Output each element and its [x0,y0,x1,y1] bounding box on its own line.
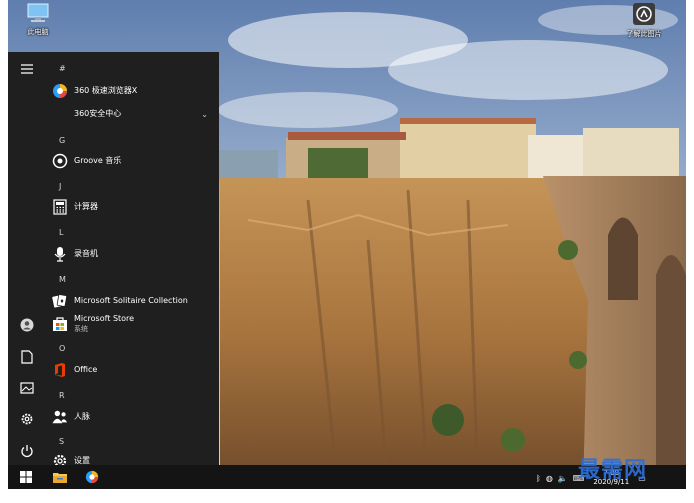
calculator-icon [52,199,68,215]
app-voice-recorder[interactable]: 录音机 [52,243,212,265]
power-button[interactable] [16,440,38,462]
section-header[interactable]: J [59,182,61,191]
section-header[interactable]: G [59,136,65,145]
start-rail [8,52,46,465]
hamburger-menu-icon [21,64,33,74]
pictures-icon [20,382,34,394]
taskbar-file-explorer[interactable] [50,467,70,487]
app-label: 录音机 [74,249,98,258]
settings-icon [21,413,33,425]
app-label: 360安全中心 [74,109,122,118]
app-settings[interactable]: 设置 [52,450,212,465]
section-header[interactable]: S [59,437,64,446]
hamburger-menu-button[interactable] [16,58,38,80]
section-header[interactable]: O [59,344,65,353]
app-label: Microsoft Store [74,314,135,323]
app-360-security-folder[interactable]: 360安全中心 ⌄ [52,103,218,125]
solitaire-icon [52,293,68,309]
app-360-browser[interactable]: 360 极速浏览器X [52,80,212,102]
app-label: 人脉 [74,412,90,421]
app-office[interactable]: Office [52,359,212,381]
power-icon [21,445,33,458]
section-header[interactable]: M [59,275,66,284]
windows-logo-icon [20,471,32,483]
app-label: 360 极速浏览器X [74,86,138,95]
groove-music-icon [52,153,68,169]
documents-button[interactable] [16,346,38,368]
app-calculator[interactable]: 计算器 [52,196,212,218]
app-microsoft-store[interactable]: Microsoft Store 系统 [52,313,212,335]
volume-icon[interactable]: 🔈 [558,474,568,483]
desktop: 此电脑 了解此图片 # 360 极速浏览器X 360安全中心 ⌄ G Groov… [8,0,686,489]
app-label: Office [74,365,98,374]
settings-button[interactable] [16,408,38,430]
360-browser-icon [52,83,68,99]
chevron-down-icon: ⌄ [201,109,208,119]
start-menu: # 360 极速浏览器X 360安全中心 ⌄ G Groove 音乐 J 计算器… [8,52,219,465]
section-header[interactable]: L [59,228,63,237]
app-label: Groove 音乐 [74,156,122,165]
store-icon [52,316,68,332]
documents-icon [21,350,33,364]
learn-about-picture-icon [633,3,655,25]
watermark-logo: 最需网 [578,457,648,483]
app-microsoft-solitaire[interactable]: Microsoft Solitaire Collection [52,290,212,312]
desktop-icon-label: 了解此图片 [626,30,662,38]
app-sublabel: 系统 [74,325,88,333]
section-header[interactable]: R [59,391,65,400]
desktop-icon-learn-about-picture[interactable]: 了解此图片 [614,2,674,39]
people-icon [52,409,68,425]
pictures-button[interactable] [16,377,38,399]
app-groove-music[interactable]: Groove 音乐 [52,150,212,172]
section-header[interactable]: # [59,64,66,73]
file-explorer-icon [53,473,67,483]
360-browser-icon [85,470,99,484]
app-label: Microsoft Solitaire Collection [74,296,188,305]
settings-app-icon [52,453,68,465]
office-icon [52,362,68,378]
user-account-icon [20,318,34,332]
this-pc-icon [27,3,49,22]
app-people[interactable]: 人脉 [52,406,212,428]
app-list: # 360 极速浏览器X 360安全中心 ⌄ G Groove 音乐 J 计算器… [46,52,219,465]
start-button[interactable] [16,467,36,487]
voice-recorder-icon [52,246,68,262]
user-account-button[interactable] [16,314,38,336]
taskbar-360-browser[interactable] [82,467,102,487]
desktop-icon-this-pc[interactable]: 此电脑 [18,2,58,37]
app-label: 计算器 [74,202,98,211]
network-icon[interactable]: ◍ [546,474,553,483]
bluetooth-icon[interactable]: ᛒ [536,474,541,483]
app-label: 设置 [74,456,90,465]
desktop-icon-label: 此电脑 [27,28,49,36]
